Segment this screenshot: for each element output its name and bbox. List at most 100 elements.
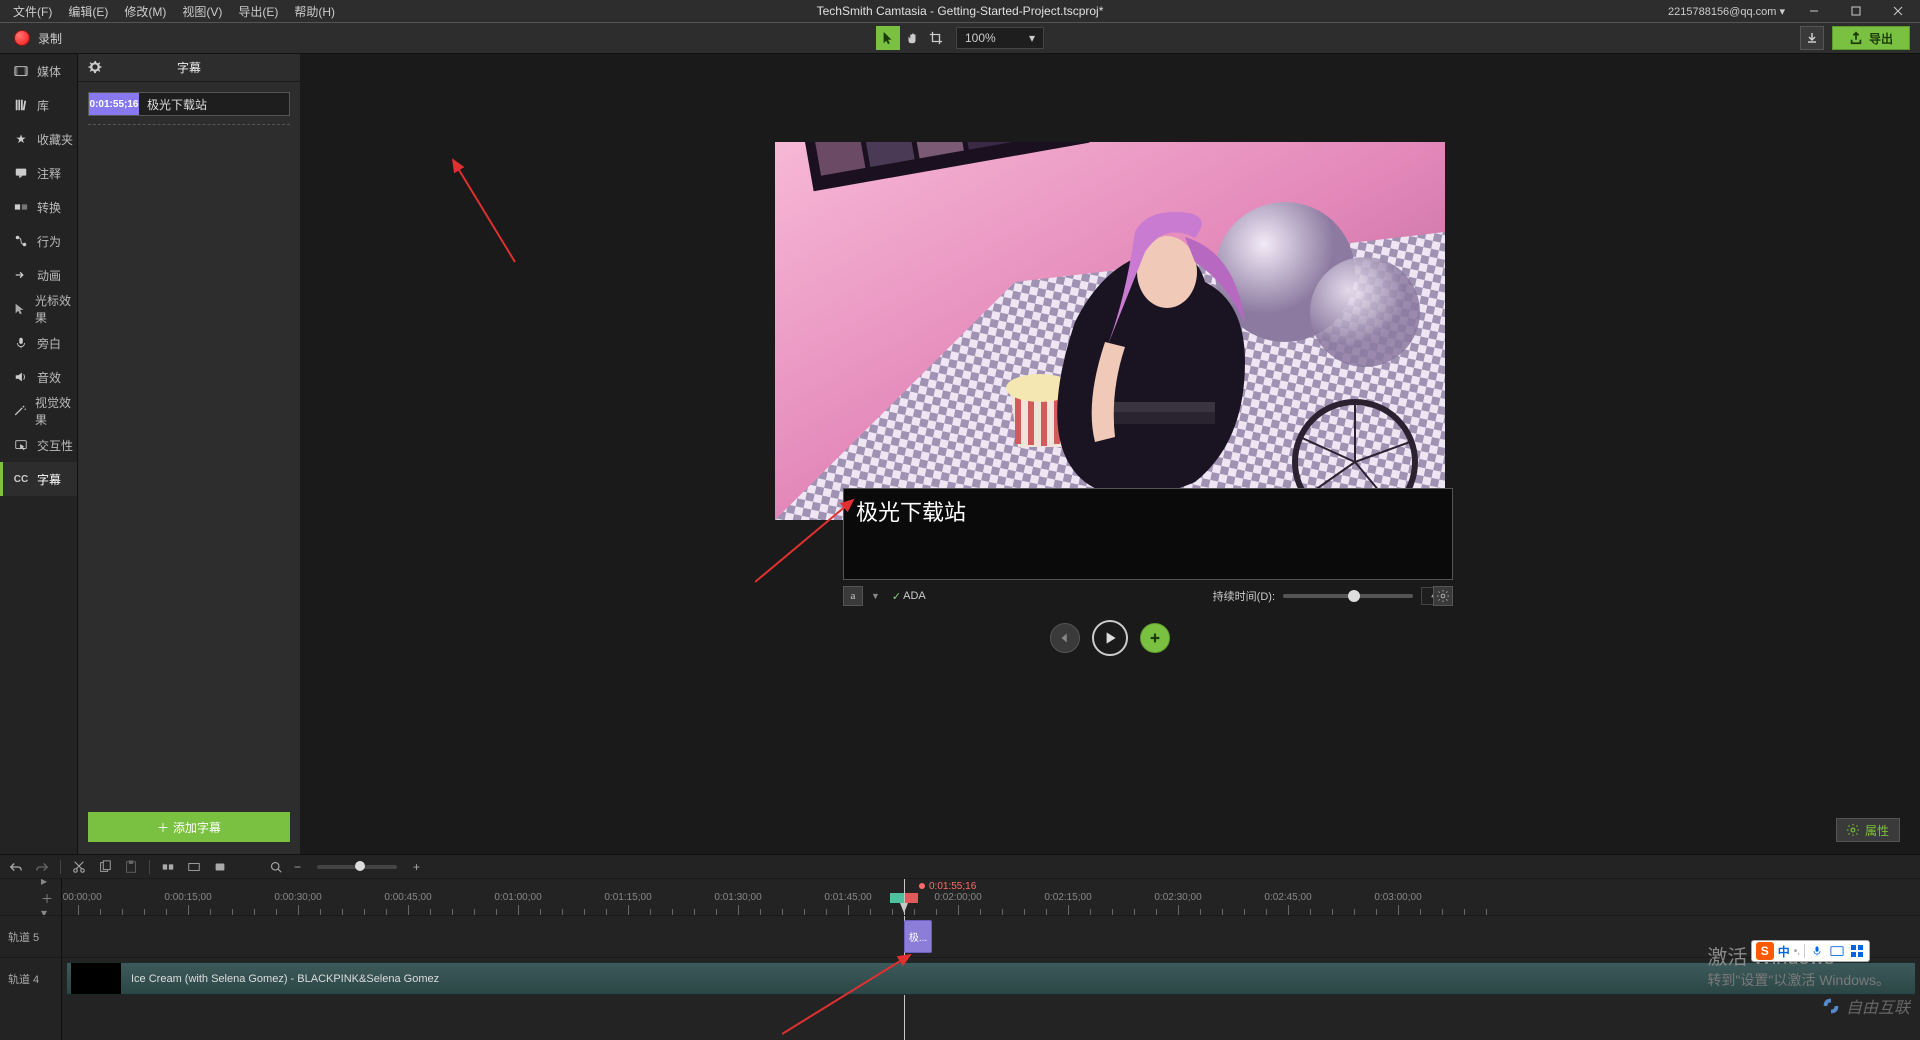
caption-text-input[interactable]: 极光下载站 — [139, 93, 289, 115]
cut-button[interactable] — [71, 859, 87, 875]
caption-overlay[interactable]: 极光下载站 — [843, 488, 1453, 580]
ime-toolbar[interactable]: S 中 •, — [1751, 940, 1870, 962]
close-button[interactable] — [1881, 0, 1915, 22]
record-button[interactable]: 录制 — [0, 23, 76, 53]
record-label: 录制 — [38, 30, 62, 47]
sidebar-item-label: 动画 — [37, 267, 61, 284]
font-button[interactable]: a — [843, 586, 863, 606]
pointer-tool[interactable] — [876, 26, 900, 50]
minimize-button[interactable] — [1797, 0, 1831, 22]
undo-button[interactable] — [8, 859, 24, 875]
ime-keyboard-icon[interactable] — [1829, 943, 1845, 959]
ruler-label: 0:02:45;00 — [1264, 892, 1311, 903]
add-marker-button[interactable] — [1140, 623, 1170, 653]
duration-slider[interactable] — [1283, 594, 1413, 598]
crop-tool[interactable] — [924, 26, 948, 50]
chevron-down-icon: ▾ — [1029, 31, 1035, 45]
zoom-select[interactable]: 100%▾ — [956, 27, 1044, 49]
video-clip[interactable]: Ice Cream (with Selena Gomez) - BLACKPIN… — [66, 962, 1916, 995]
timeline-zoom-slider[interactable] — [317, 865, 397, 869]
sidebar-item-audio-effects[interactable]: 音效 — [0, 360, 77, 394]
minus-icon[interactable]: − — [294, 860, 301, 874]
sidebar-item-animations[interactable]: 动画 — [0, 258, 77, 292]
menu-view[interactable]: 视图(V) — [174, 3, 230, 20]
caption-divider — [88, 124, 290, 125]
record-icon — [14, 30, 30, 46]
playhead-time: 0:01:55;16 — [919, 879, 976, 893]
caption-settings-button[interactable] — [1433, 586, 1453, 606]
sidebar-item-behaviors[interactable]: 行为 — [0, 224, 77, 258]
split-button[interactable] — [160, 859, 176, 875]
add-caption-button[interactable]: ＋添加字幕 — [88, 812, 290, 842]
pan-tool[interactable] — [900, 26, 924, 50]
tool-button[interactable] — [212, 859, 228, 875]
track-4[interactable]: Ice Cream (with Selena Gomez) - BLACKPIN… — [62, 957, 1920, 999]
ime-lang[interactable]: 中 — [1778, 943, 1790, 960]
sidebar-item-annotations[interactable]: 注释 — [0, 156, 77, 190]
export-button[interactable]: 导出 — [1832, 26, 1910, 50]
ruler-label: 0:02:15;00 — [1044, 892, 1091, 903]
properties-label: 属性 — [1865, 822, 1889, 839]
ruler-label: 0:00:45;00 — [384, 892, 431, 903]
ime-logo-icon: S — [1756, 942, 1774, 960]
sidebar-item-cursor-effects[interactable]: 光标效果 — [0, 292, 77, 326]
copy-button[interactable] — [97, 859, 113, 875]
menu-help[interactable]: 帮助(H) — [286, 3, 343, 20]
track-header-4[interactable]: 轨道 4 — [0, 957, 61, 999]
sidebar-item-favorites[interactable]: ★收藏夹 — [0, 122, 77, 156]
sidebar-item-media[interactable]: 媒体 — [0, 54, 77, 88]
timeline-toolbar: − + — [0, 855, 1920, 879]
panel-title: 字幕 — [177, 59, 201, 76]
sidebar-item-label: 音效 — [37, 369, 61, 386]
sidebar-item-label: 交互性 — [37, 437, 73, 454]
paste-button[interactable] — [123, 859, 139, 875]
sidebar-item-label: 注释 — [37, 165, 61, 182]
timeline-tracks-area[interactable]: 0:00:00;000:00:15;000:00:30;000:00:45;00… — [62, 879, 1920, 1040]
sidebar-item-visual-effects[interactable]: 视觉效果 — [0, 394, 77, 428]
ime-grid-icon[interactable] — [1849, 943, 1865, 959]
sidebar-item-library[interactable]: 库 — [0, 88, 77, 122]
menubar: 文件(F) 编辑(E) 修改(M) 视图(V) 导出(E) 帮助(H) Tech… — [0, 0, 1920, 22]
sidebar-item-captions[interactable]: CC 字幕 — [0, 462, 77, 496]
collapse-tracks-icon[interactable]: ▸ — [41, 874, 55, 888]
play-button[interactable] — [1092, 620, 1128, 656]
maximize-button[interactable] — [1839, 0, 1873, 22]
timeline-ruler[interactable]: 0:00:00;000:00:15;000:00:30;000:00:45;00… — [62, 879, 1920, 915]
menu-modify[interactable]: 修改(M) — [116, 3, 174, 20]
zoom-out-icon[interactable] — [268, 859, 284, 875]
sidebar-item-interactivity[interactable]: 交互性 — [0, 428, 77, 462]
source-watermark: 自由互联 — [1820, 994, 1910, 1018]
sidebar-item-transitions[interactable]: 转换 — [0, 190, 77, 224]
track-header-5[interactable]: 轨道 5 — [0, 915, 61, 957]
prev-button[interactable] — [1050, 623, 1080, 653]
annotation-icon — [13, 165, 29, 181]
account-label[interactable]: 2215788156@qq.com ▾ — [1668, 5, 1789, 18]
panel-gear-icon[interactable] — [88, 60, 102, 74]
download-button[interactable] — [1800, 26, 1824, 50]
sidebar-item-narration[interactable]: 旁白 — [0, 326, 77, 360]
redo-button[interactable] — [34, 859, 50, 875]
plus-icon[interactable]: + — [413, 860, 420, 874]
menu-edit[interactable]: 编辑(E) — [60, 3, 116, 20]
sidebar-item-label: 媒体 — [37, 63, 61, 80]
sidebar-item-label: 字幕 — [37, 471, 61, 488]
track-5[interactable]: 极... — [62, 915, 1920, 957]
menu-export[interactable]: 导出(E) — [230, 3, 286, 20]
sidebar: 媒体 库 ★收藏夹 注释 转换 行为 动画 光标效果 旁白 音效 视觉效果 交互… — [0, 54, 78, 854]
chevron-down-icon[interactable]: ▼ — [871, 591, 880, 601]
caption-timestamp: 0:01:55;16 — [89, 93, 139, 115]
ruler-label: 0:00:00;00 — [62, 892, 102, 903]
sidebar-item-label: 转换 — [37, 199, 61, 216]
video-preview[interactable] — [775, 142, 1445, 520]
menu-file[interactable]: 文件(F) — [5, 3, 60, 20]
animation-icon — [13, 267, 29, 283]
tool-button[interactable] — [186, 859, 202, 875]
ruler-label: 0:01:30;00 — [714, 892, 761, 903]
interact-icon — [13, 437, 29, 453]
add-track-button[interactable]: ＋ — [41, 890, 55, 904]
caption-entry[interactable]: 0:01:55;16 极光下载站 — [88, 92, 290, 116]
ime-mic-icon[interactable] — [1809, 943, 1825, 959]
cc-icon: CC — [13, 471, 29, 487]
properties-button[interactable]: 属性 — [1836, 818, 1900, 842]
caption-clip[interactable]: 极... — [904, 920, 932, 953]
